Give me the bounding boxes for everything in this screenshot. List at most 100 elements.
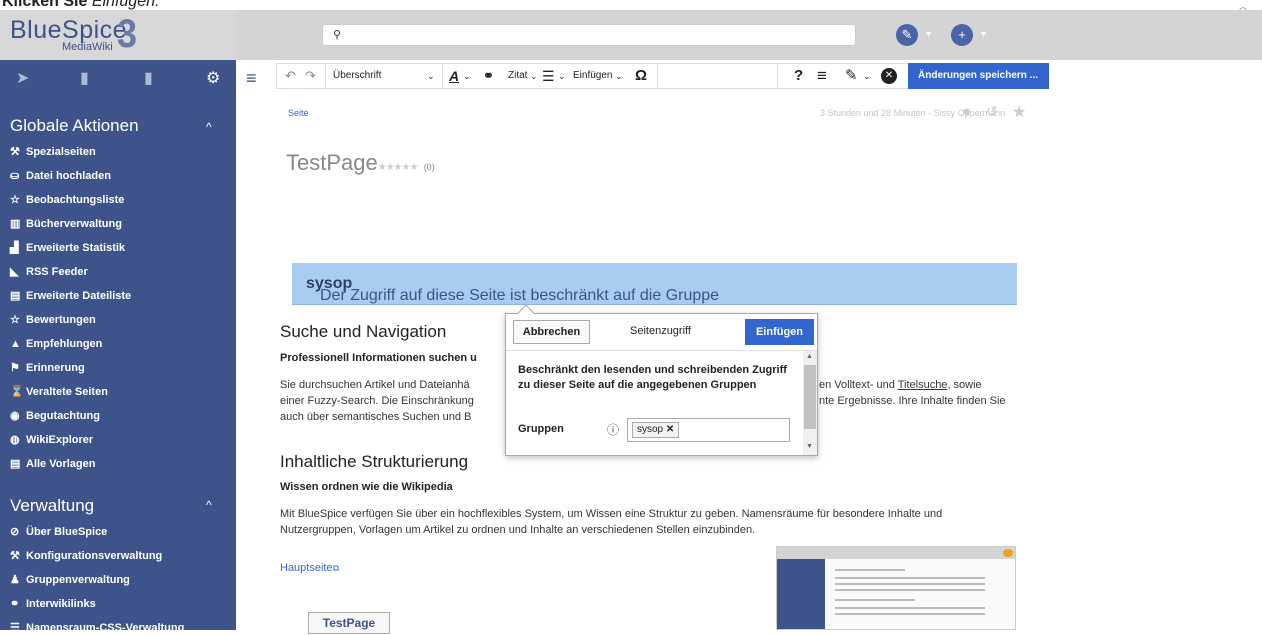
search-input[interactable]: ⚲ [322,24,856,46]
edit-mode-icon[interactable]: ✎ [845,64,858,88]
sidebar-item-label: Bücherverwaltung [26,218,122,230]
info-icon[interactable]: ⓘ [607,421,619,438]
sidebar-item-erweiterte-statistik[interactable]: ▟ Erweiterte Statistik [10,241,125,255]
navigation-icon[interactable]: ➤ [16,68,29,88]
sidebar-item-alle-vorlagen[interactable]: ▤ Alle Vorlagen [10,457,95,471]
cite-dropdown[interactable]: Zitat [508,64,527,88]
clipboard-icon[interactable]: ▮ [144,68,153,88]
gear-icon[interactable]: ⚙ [206,68,220,88]
sidebar-item-label: Konfigurationsverwaltung [26,550,163,562]
sidebar-item-erweiterte-dateiliste[interactable]: ▤ Erweiterte Dateiliste [10,289,131,303]
sidebar-item-empfehlungen[interactable]: ▲ Empfehlungen [10,337,102,351]
rating-stars[interactable]: ★★★★★ [378,162,419,173]
thumbnail-line [835,599,915,601]
scrollbar-thumb[interactable] [804,365,816,429]
scroll-up-icon[interactable]: ▲ [806,353,813,360]
screenshot-thumbnail[interactable] [776,546,1016,630]
undo-icon[interactable]: ↶ [285,64,296,88]
sidebar-item-label: Bewertungen [26,314,96,326]
list-icon[interactable]: ☰ [542,64,555,88]
sidebar-item-wikiexplorer[interactable]: ◍ WikiExplorer [10,433,93,447]
sidebar-item-begutachtung[interactable]: ◉ Begutachtung [10,409,100,423]
edit-menu-button[interactable]: ✎ ▾ [896,24,936,46]
help-icon[interactable]: ? [794,64,803,88]
plus-icon: + [951,24,973,46]
section-title-globale-aktionen[interactable]: Globale Aktionen [10,116,139,136]
chevron-down-icon[interactable]: ⌄ [558,64,566,88]
sidebar-item-erinnerung[interactable]: ⚑ Erinnerung [10,361,85,375]
sidebar-item-spezialseiten[interactable]: ⚒ Spezialseiten [10,145,96,159]
chevron-down-icon[interactable]: ⌄ [615,64,623,88]
paragraph-text: auch über semantisches Suchen und B [280,411,472,423]
sidebar-item-label: RSS Feeder [26,266,88,278]
chevron-up-icon[interactable]: ^ [206,120,212,134]
testpage-button[interactable]: TestPage [308,612,390,634]
dialog-scrollbar[interactable]: ▲ ▼ [803,351,817,455]
page-title: TestPage★★★★★ (0) [286,150,435,176]
discussion-icon[interactable]: ● [962,103,971,120]
banner-period: . [320,287,325,304]
favorite-star-icon[interactable]: ★ [1012,102,1026,122]
sidebar-item-buecherverwaltung[interactable]: ▥ Bücherverwaltung [10,217,122,231]
sidebar: ➤ ▮ ▮ ⚙ Globale Aktionen ^ ⚒ Spezialseite… [0,60,236,634]
paragraph-fragment: , sowie [947,379,982,391]
heading-dropdown[interactable]: Überschrift [333,64,381,88]
titelsuche-link[interactable]: Titelsuche [898,379,948,391]
add-menu-button[interactable]: + ▾ [951,24,991,46]
groups-input[interactable]: sysop ✕ [627,418,790,442]
pencil-icon: ✎ [896,24,918,46]
thumbnail-line [835,577,985,579]
thumbnail-line [835,613,985,615]
hourglass-icon: ⌛ [10,386,24,398]
group-tag[interactable]: sysop ✕ [632,422,680,438]
chevron-down-icon[interactable]: ⌄ [530,64,538,88]
sidebar-item-gruppenverwaltung[interactable]: ♟ Gruppenverwaltung [10,573,130,587]
sidebar-item-konfigurationsverwaltung[interactable]: ⚒ Konfigurationsverwaltung [10,549,162,563]
dialog-description-line: Beschränkt den lesenden und schreibenden… [518,364,787,376]
book-icon[interactable]: ▮ [80,68,89,88]
logo[interactable]: BlueSpice MediaWiki 3 [0,10,236,60]
toolbar-divider [777,64,778,88]
sidebar-item-interwikilinks[interactable]: ⚭ Interwikilinks [10,597,96,611]
thumbnail-line [835,569,905,571]
section-title-verwaltung[interactable]: Verwaltung [10,496,94,516]
last-edit-info[interactable]: 3 Stunden und 28 Minuten - Sissy Opperma… [820,108,1005,118]
breadcrumb[interactable]: Seite [288,108,309,118]
chevron-down-icon[interactable]: ⌄ [463,64,471,88]
sidebar-item-bewertungen[interactable]: ☆ Bewertungen [10,313,96,327]
chevron-down-icon[interactable]: ⌄ [427,64,435,88]
cancel-button[interactable]: Abbrechen [513,320,590,344]
section-heading: Suche und Navigation [280,322,447,341]
history-icon[interactable]: ↺ [986,103,998,120]
save-changes-button[interactable]: Änderungen speichern ... [908,63,1049,89]
redo-icon[interactable]: ↷ [305,64,316,88]
sidebar-item-datei-hochladen[interactable]: ⛀ Datei hochladen [10,169,111,183]
remove-tag-icon[interactable]: ✕ [666,424,674,435]
text-style-icon[interactable]: A [449,64,459,88]
link-icon[interactable]: ⚭ [483,64,494,88]
close-icon[interactable]: ✕ [881,68,897,84]
hauptseite-link[interactable]: Hauptseite⧉ [280,562,339,574]
sidebar-item-label: Erinnerung [26,362,85,374]
toolbar-divider [442,64,443,88]
chevron-up-icon[interactable]: ^ [206,498,212,512]
chevron-down-icon[interactable]: ⌄ [863,64,871,88]
sidebar-item-ueber-bluespice[interactable]: ⊘ Über BlueSpice [10,525,107,539]
globe-icon: ◍ [10,434,20,446]
insert-dropdown[interactable]: Einfügen [573,64,612,88]
sidebar-item-rss-feeder[interactable]: ◣ RSS Feeder [10,265,88,279]
sidebar-item-label: Beobachtungsliste [26,194,125,206]
page-options-icon[interactable]: ≡ [817,64,827,88]
thumbnail-sidebar [777,559,825,629]
menu-icon[interactable]: ≡ [246,68,257,89]
scroll-down-icon[interactable]: ▼ [806,443,813,450]
insert-button[interactable]: Einfügen [745,319,814,345]
sidebar-item-veraltete-seiten[interactable]: ⌛ Veraltete Seiten [10,385,108,399]
special-character-icon[interactable]: Ω [635,64,647,88]
sidebar-item-label: Spezialseiten [26,146,96,158]
sidebar-item-namensraum-css-verwaltung[interactable]: ☰ Namensraum-CSS-Verwaltung [10,621,184,635]
sidebar-item-beobachtungsliste[interactable]: ☆ Beobachtungsliste [10,193,124,207]
sidebar-item-label: Erweiterte Statistik [26,242,126,254]
rating-count: (0) [423,162,435,172]
eye-icon: ◉ [10,410,20,422]
